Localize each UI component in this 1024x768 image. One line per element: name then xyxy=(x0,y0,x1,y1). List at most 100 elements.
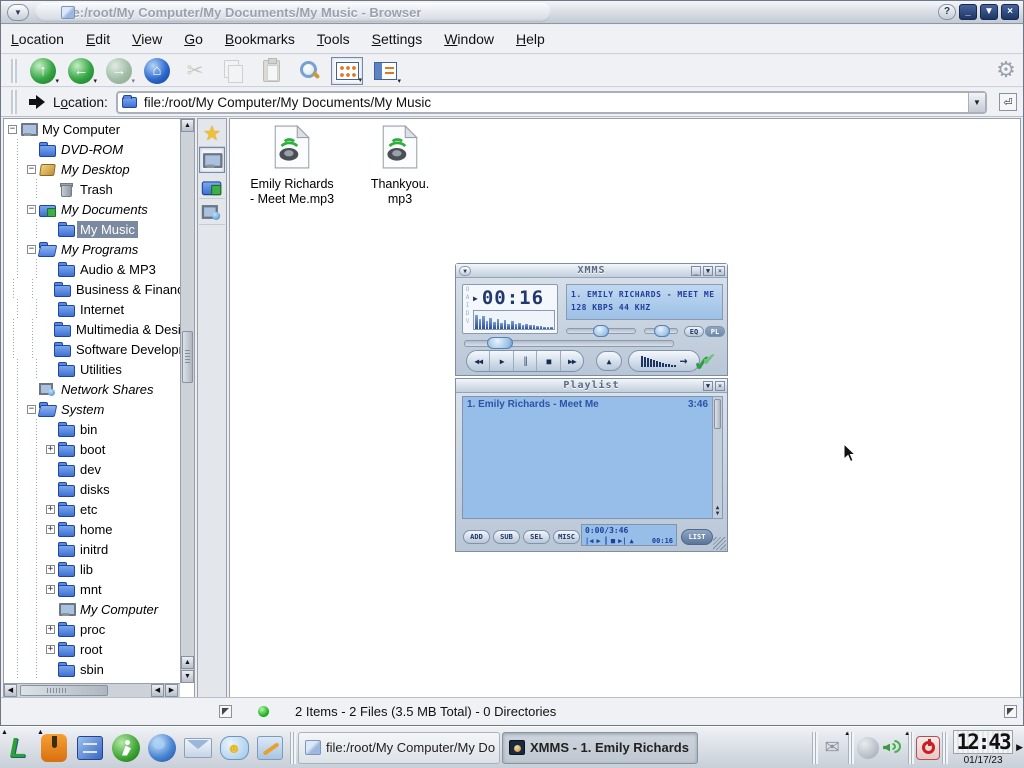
resize-grip[interactable] xyxy=(713,537,726,550)
tree-item-proc[interactable]: +proc xyxy=(4,619,180,639)
spectrum-analyzer[interactable] xyxy=(473,310,555,330)
expander-icon[interactable]: − xyxy=(27,245,36,254)
file-item[interactable]: Thankyou.mp3 xyxy=(356,125,444,207)
scroll-down-icon[interactable]: ▼ xyxy=(181,670,194,683)
close-button[interactable]: × xyxy=(1001,4,1019,20)
panel-flag-icon-right[interactable] xyxy=(1004,705,1017,718)
scroll-up-icon[interactable]: ▲ xyxy=(181,119,194,132)
tree-item-software-development[interactable]: Software Development xyxy=(4,339,180,359)
volume-thumb[interactable] xyxy=(593,325,609,337)
task-button-2[interactable]: XMMS - 1. Emily Richards xyxy=(502,732,698,764)
launcher-messenger[interactable]: ☻ xyxy=(216,729,252,767)
mini-control-icon[interactable]: ■ xyxy=(611,537,615,545)
expander-icon[interactable]: − xyxy=(27,205,36,214)
expander-icon[interactable]: + xyxy=(46,505,55,514)
scroll-right-icon[interactable]: ▶ xyxy=(165,684,178,697)
launcher-file-manager[interactable] xyxy=(72,729,108,767)
expander-icon[interactable]: + xyxy=(46,625,55,634)
expander-icon[interactable]: + xyxy=(46,445,55,454)
maximize-button[interactable]: ▼ xyxy=(980,4,998,20)
tray-run-icon[interactable] xyxy=(856,736,880,760)
expander-icon[interactable]: + xyxy=(46,565,55,574)
launcher-web-browser[interactable] xyxy=(144,729,180,767)
tree-item-disks[interactable]: disks xyxy=(4,479,180,499)
tree-item-sbin[interactable]: sbin xyxy=(4,659,180,679)
expander-icon[interactable]: + xyxy=(46,525,55,534)
expander-icon[interactable]: − xyxy=(27,165,36,174)
title-bar[interactable]: ▼ file:/root/My Computer/My Documents/My… xyxy=(1,1,1023,24)
volume-slider[interactable] xyxy=(566,328,636,334)
tree-item-home[interactable]: +home xyxy=(4,519,180,539)
location-input[interactable] xyxy=(142,94,968,111)
dropdown-arrow-icon[interactable]: ▾ xyxy=(397,78,401,85)
launcher-support-vest[interactable]: ▲ xyxy=(36,729,72,767)
playlist-tracks[interactable]: 1. Emily Richards - Meet Me3:46 xyxy=(462,396,713,519)
icon-view-button[interactable]: ▾ xyxy=(331,57,363,85)
shuffle-button[interactable]: → xyxy=(628,350,700,372)
eject-button[interactable]: ▲ xyxy=(596,351,622,371)
xmms-time[interactable]: 00:16 xyxy=(482,287,544,309)
locbar-handle[interactable] xyxy=(11,90,17,114)
mini-control-icon[interactable]: ▶ xyxy=(596,537,600,545)
tree-vertical-scrollbar[interactable]: ▲ ▲ ▼ xyxy=(180,119,194,683)
menu-item-help[interactable]: Help xyxy=(516,31,545,47)
tree-item-my-desktop[interactable]: −My Desktop xyxy=(4,159,180,179)
playlist-title-bar[interactable]: Playlist xyxy=(456,379,727,393)
mini-control-icon[interactable]: |◀ xyxy=(585,537,593,545)
window-menu-button[interactable]: ▼ xyxy=(7,4,29,21)
tree-item-my-music[interactable]: My Music xyxy=(4,219,180,239)
launcher-notes[interactable] xyxy=(252,729,288,767)
tray-power-icon[interactable] xyxy=(916,736,940,760)
tree-item-lib[interactable]: +lib xyxy=(4,559,180,579)
tree-item-internet[interactable]: Internet xyxy=(4,299,180,319)
seek-thumb[interactable] xyxy=(487,337,513,349)
sidebar-tab-network[interactable] xyxy=(199,199,225,225)
launcher-email[interactable] xyxy=(180,729,216,767)
tree-item-trash[interactable]: Trash xyxy=(4,179,180,199)
location-combobox[interactable]: ▼ xyxy=(116,91,987,114)
launcher-l-menu[interactable]: ▲L xyxy=(0,729,36,767)
menu-item-location[interactable]: Location xyxy=(11,31,64,47)
tree-item-root[interactable]: +root xyxy=(4,639,180,659)
pause-button[interactable]: ║ xyxy=(514,351,537,371)
play-button[interactable]: ▶ xyxy=(490,351,513,371)
home-button[interactable]: ⌂ xyxy=(141,57,173,85)
menu-item-window[interactable]: Window xyxy=(444,31,494,47)
tray-volume-icon[interactable] xyxy=(880,736,904,760)
menu-item-edit[interactable]: Edit xyxy=(86,31,110,47)
location-dropdown-arrow-icon[interactable]: ▼ xyxy=(968,93,985,112)
scroll-left2-icon[interactable]: ◀ xyxy=(151,684,164,697)
playlist-sel-button[interactable]: SEL xyxy=(523,530,550,544)
menu-item-settings[interactable]: Settings xyxy=(372,31,423,47)
up-button[interactable]: ↑▾ xyxy=(27,57,59,85)
tree-view-button[interactable]: ▾ xyxy=(369,57,401,85)
tree-hscroll-thumb[interactable] xyxy=(20,685,108,696)
tree-item-dev[interactable]: dev xyxy=(4,459,180,479)
mini-control-icon[interactable]: ▲ xyxy=(630,537,634,545)
expander-icon[interactable]: − xyxy=(27,405,36,414)
xmms-clutterbar[interactable]: OAIDV xyxy=(464,286,471,332)
toolbar-handle[interactable] xyxy=(11,59,17,83)
sidebar-tab-computer[interactable] xyxy=(199,147,225,173)
previous-button[interactable]: ◀◀ xyxy=(467,351,490,371)
mini-control-icon[interactable]: ║ xyxy=(604,537,608,545)
playlist-button[interactable]: PL xyxy=(705,326,725,337)
tree-horizontal-scrollbar[interactable]: ◀ ◀ ▶ xyxy=(4,683,180,697)
menu-item-bookmarks[interactable]: Bookmarks xyxy=(225,31,295,47)
xmms-shade-button[interactable]: ▼ xyxy=(703,266,713,276)
playlist-add-button[interactable]: ADD xyxy=(463,530,490,544)
dropdown-arrow-icon[interactable]: ▾ xyxy=(93,78,97,85)
menu-item-tools[interactable]: Tools xyxy=(317,31,350,47)
xmms-window[interactable]: XMMS ▼ _ ▼ × OAIDV ▶ 00:16 1. EMILY RICH… xyxy=(455,263,728,376)
tray-popup-arrow-icon[interactable]: ▲ xyxy=(844,731,850,737)
tree-item-etc[interactable]: +etc xyxy=(4,499,180,519)
expander-icon[interactable]: + xyxy=(46,645,55,654)
tree-item-initrd[interactable]: initrd xyxy=(4,539,180,559)
playlist-scroll-thumb[interactable] xyxy=(714,399,721,429)
tree-item-my-computer[interactable]: −My Computer xyxy=(4,119,180,139)
dropdown-arrow-icon[interactable]: ▾ xyxy=(358,77,362,84)
tray-mail-icon[interactable]: ✉ xyxy=(820,736,844,760)
tree-item-boot[interactable]: +boot xyxy=(4,439,180,459)
tree-item-mnt[interactable]: +mnt xyxy=(4,579,180,599)
tree-vscroll-thumb[interactable] xyxy=(182,331,193,383)
